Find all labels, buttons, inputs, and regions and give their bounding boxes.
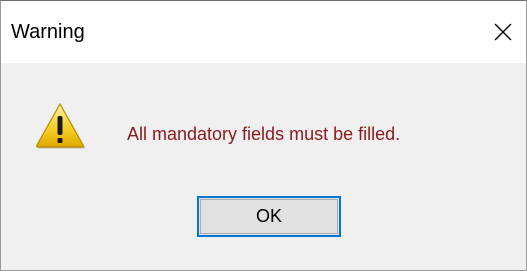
close-button[interactable] (486, 14, 520, 50)
warning-dialog: Warning All mandatory fields must be fil… (0, 0, 527, 271)
title-bar: Warning (1, 1, 526, 63)
dialog-content: All mandatory fields must be filled. OK (1, 63, 526, 270)
warning-message: All mandatory fields must be filled. (127, 124, 401, 144)
dialog-title: Warning (11, 21, 85, 43)
warning-icon (34, 101, 86, 149)
close-icon (493, 22, 513, 42)
ok-button[interactable]: OK (197, 196, 341, 237)
